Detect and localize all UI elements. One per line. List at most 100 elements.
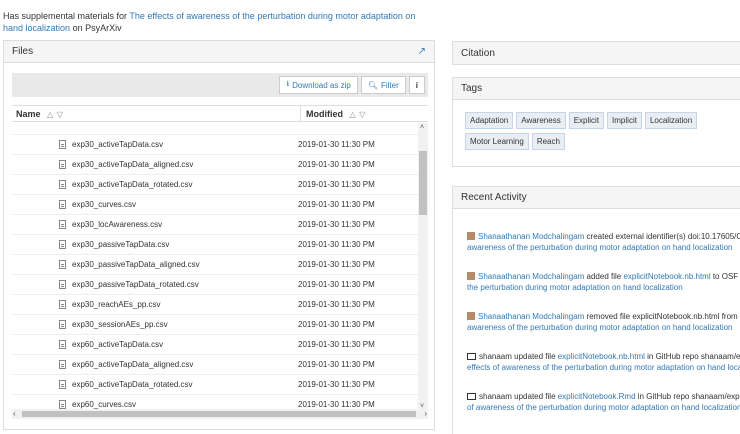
activity-item: Shanaathanan Modchalingam added file exp…	[467, 271, 740, 293]
sort-desc-icon[interactable]: ▽	[57, 110, 63, 119]
file-row[interactable]: exp30_activeTapData_aligned.csv 2019-01-3…	[12, 155, 418, 175]
filter-button[interactable]: 🔍︎ Filter	[360, 76, 406, 94]
activity-user[interactable]: Shanaathanan Modchalingam	[478, 312, 584, 321]
collapse-icon[interactable]: –	[39, 123, 43, 124]
file-row[interactable]: exp30_locAwareness.csv 2019-01-30 11:30 P…	[12, 215, 418, 235]
file-name[interactable]: exp30_activeTapData_rotated.csv	[72, 180, 193, 189]
external-link-icon[interactable]: ↗	[418, 46, 426, 57]
activity-node-link[interactable]: of awareness of the perturbation during …	[467, 403, 740, 412]
name-column-label: Name	[16, 109, 41, 119]
column-divider	[300, 106, 301, 122]
file-name[interactable]: exp60_activeTapData_aligned.csv	[72, 360, 193, 369]
activity-user: shanaam	[479, 392, 512, 401]
file-row[interactable]: exp60_activeTapData_rotated.csv 2019-01-3…	[12, 375, 418, 395]
tag[interactable]: Motor Learning	[465, 133, 529, 150]
activity-text-tail: in GitHub repo shanaam/ex	[644, 352, 740, 361]
activity-user[interactable]: Shanaathanan Modchalingam	[478, 272, 584, 281]
files-panel: Files ↗ ⭳ Download as zip 🔍︎ Filter i Na…	[3, 40, 435, 430]
tag[interactable]: Implicit	[607, 112, 642, 129]
file-row[interactable]: exp30_passiveTapData_aligned.csv 2019-01-…	[12, 255, 418, 275]
avatar[interactable]	[467, 312, 475, 320]
file-row[interactable]: exp30_passiveTapData_rotated.csv 2019-01-…	[12, 275, 418, 295]
citation-panel[interactable]: Citation	[452, 41, 740, 65]
activity-item: shanaam updated file explicitNotebook.Rm…	[467, 391, 740, 413]
tags-title: Tags	[461, 83, 483, 94]
activity-file-link[interactable]: explicitNotebook.Rmd	[558, 392, 636, 401]
file-name[interactable]: exp30_passiveTapData_aligned.csv	[72, 260, 200, 269]
file-name[interactable]: exp60_curves.csv	[72, 400, 136, 409]
modified-column-header[interactable]: Modified △ ▽	[306, 109, 365, 119]
file-row[interactable]: exp30_reachAEs_pp.csv 2019-01-30 11:30 PM	[12, 295, 418, 315]
file-icon	[59, 200, 66, 209]
tag[interactable]: Awareness	[516, 112, 566, 129]
file-name[interactable]: exp30_passiveTapData.csv	[72, 240, 169, 249]
file-modified: 2019-01-30 11:30 PM	[298, 360, 375, 369]
download-zip-label: Download as zip	[292, 80, 351, 90]
file-modified: 2019-01-30 11:30 PM	[298, 400, 375, 409]
file-name[interactable]: exp30_passiveTapData_rotated.csv	[72, 280, 199, 289]
avatar[interactable]	[467, 232, 475, 240]
activity-header: Recent Activity	[453, 187, 740, 209]
file-name[interactable]: exp30_sessionAEs_pp.csv	[72, 320, 168, 329]
file-icon	[59, 340, 66, 349]
activity-file-link[interactable]: explicitNotebook.nb.html	[558, 352, 645, 361]
avatar[interactable]	[467, 272, 475, 280]
activity-node-link[interactable]: awareness of the perturbation during mot…	[467, 243, 733, 252]
activity-user[interactable]: Shanaathanan Modchalingam	[478, 232, 584, 241]
file-name[interactable]: exp30_curves.csv	[72, 200, 136, 209]
file-name[interactable]: exp30_locAwareness.csv	[72, 220, 162, 229]
info-icon: i	[415, 80, 418, 90]
files-header: Files ↗	[4, 41, 434, 63]
modified-column-label: Modified	[306, 109, 343, 119]
file-modified: 2019-01-30 11:30 PM	[298, 340, 375, 349]
file-row[interactable]: exp30_activeTapData.csv 2019-01-30 11:30 …	[12, 135, 418, 155]
tag[interactable]: Explicit	[568, 112, 605, 129]
file-name[interactable]: exp30_activeTapData.csv	[72, 140, 163, 149]
activity-file-link[interactable]: explicitNotebook.nb.html	[623, 272, 710, 281]
tag[interactable]: Reach	[531, 133, 565, 150]
sort-asc-icon[interactable]: △	[47, 110, 53, 119]
file-name[interactable]: exp60_activeTapData.csv	[72, 340, 163, 349]
activity-node-link[interactable]: effects of awareness of the perturbation…	[467, 363, 740, 372]
download-icon: ⭳	[286, 79, 290, 88]
tag-list: Adaptation Awareness Explicit Implicit Local…	[465, 112, 740, 154]
file-icon	[59, 140, 66, 149]
file-row[interactable]: exp60_activeTapData_aligned.csv 2019-01-3…	[12, 355, 418, 375]
citation-title: Citation	[461, 47, 495, 59]
activity-node-link[interactable]: the perturbation during motor adaptation…	[467, 283, 683, 292]
file-row[interactable]: exp30_curves.csv 2019-01-30 11:30 PM	[12, 195, 418, 215]
info-button[interactable]: i	[408, 76, 425, 94]
file-name[interactable]: exp30_reachAEs_pp.csv	[72, 300, 161, 309]
scrollbar-thumb[interactable]	[419, 151, 427, 215]
file-name[interactable]: exp30_activeTapData_aligned.csv	[72, 160, 193, 169]
supplemental-prefix: Has supplemental materials for	[3, 11, 130, 21]
sort-asc-icon[interactable]: △	[350, 110, 356, 119]
file-row[interactable]: exp60_activeTapData.csv 2019-01-30 11:30 …	[12, 335, 418, 355]
vertical-scrollbar[interactable]: ˄ ˅	[418, 123, 428, 411]
file-browser: ⭳ Download as zip 🔍︎ Filter i Name △ ▽ M…	[12, 73, 428, 425]
file-icon	[59, 320, 66, 329]
folder-row[interactable]: – data	[12, 123, 418, 135]
activity-node-link[interactable]: awareness of the perturbation during mot…	[467, 323, 733, 332]
tag[interactable]: Adaptation	[465, 112, 514, 129]
file-row[interactable]: exp30_activeTapData_rotated.csv 2019-01-3…	[12, 175, 418, 195]
scroll-up-icon[interactable]: ˄	[420, 124, 424, 131]
file-modified: 2019-01-30 11:30 PM	[298, 300, 375, 309]
file-row[interactable]: exp30_passiveTapData.csv 2019-01-30 11:30…	[12, 235, 418, 255]
file-modified: 2019-01-30 11:30 PM	[298, 240, 375, 249]
scrollbar-thumb[interactable]	[22, 411, 416, 417]
file-icon	[59, 280, 66, 289]
sort-desc-icon[interactable]: ▽	[359, 110, 365, 119]
scroll-left-icon[interactable]: ‹	[13, 409, 16, 418]
scroll-right-icon[interactable]: ›	[424, 409, 427, 418]
file-icon	[59, 220, 66, 229]
name-column-header[interactable]: Name △ ▽	[16, 109, 63, 119]
tag[interactable]: Localization	[644, 112, 698, 129]
activity-text: removed file explicitNotebook.nb.html fr…	[584, 312, 740, 321]
horizontal-scrollbar[interactable]: ‹ ›	[12, 409, 428, 419]
file-name[interactable]: exp60_activeTapData_rotated.csv	[72, 380, 193, 389]
citation-header[interactable]: Citation	[453, 42, 740, 64]
file-row[interactable]: exp30_sessionAEs_pp.csv 2019-01-30 11:30 …	[12, 315, 418, 335]
download-zip-button[interactable]: ⭳ Download as zip	[279, 76, 358, 94]
activity-item: Shanaathanan Modchalingam created extern…	[467, 231, 740, 253]
